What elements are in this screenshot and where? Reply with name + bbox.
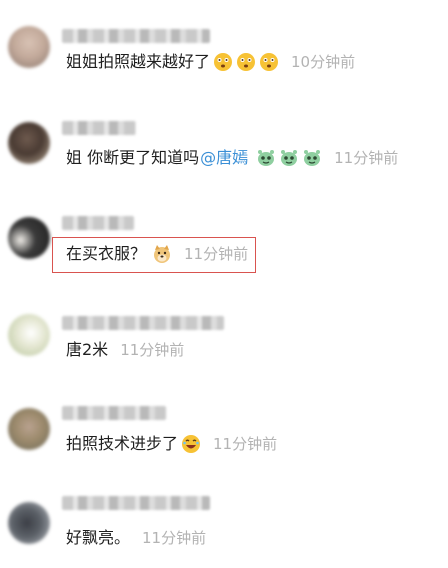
flushed-emoji-icon xyxy=(236,52,256,72)
comment-time: 11分钟前 xyxy=(142,529,207,547)
mention-link[interactable]: @唐嫣 xyxy=(200,147,248,169)
comment-text: 在买衣服？ xyxy=(66,244,147,263)
laughing-emoji-icon xyxy=(181,434,201,454)
avatar[interactable] xyxy=(8,502,50,544)
flushed-emoji-icon xyxy=(259,52,279,72)
comment-content: 在买衣服？ 11分钟前 xyxy=(66,243,248,265)
username-blurred[interactable] xyxy=(62,406,166,420)
comment-text: 唐2米 xyxy=(66,340,109,359)
avatar[interactable] xyxy=(8,314,50,356)
username-blurred[interactable] xyxy=(62,496,210,510)
avatar[interactable] xyxy=(8,408,50,450)
alien-emoji-icon xyxy=(279,148,299,168)
avatar[interactable] xyxy=(8,122,50,164)
comment-content: 姐姐拍照越来越好了 10分钟前 xyxy=(66,51,355,73)
username-blurred[interactable] xyxy=(62,29,210,43)
username-blurred[interactable] xyxy=(62,216,134,230)
comment-time: 11分钟前 xyxy=(184,245,249,263)
username-blurred[interactable] xyxy=(62,316,224,330)
alien-emoji-icon xyxy=(256,148,276,168)
comment-time: 11分钟前 xyxy=(334,149,399,167)
comment-time: 11分钟前 xyxy=(120,341,185,359)
comment-text: 拍照技术进步了 xyxy=(66,434,179,453)
comment-time: 10分钟前 xyxy=(291,53,356,71)
avatar[interactable] xyxy=(8,217,50,259)
comment-content: 好飘亮。 11分钟前 xyxy=(66,527,206,549)
flushed-emoji-icon xyxy=(213,52,233,72)
doge-emoji-icon xyxy=(152,244,172,264)
comment-content: 姐 你断更了知道吗 @唐嫣 11分钟前 xyxy=(66,147,398,169)
comment-content: 唐2米 11分钟前 xyxy=(66,339,184,361)
comment-content: 拍照技术进步了 11分钟前 xyxy=(66,433,277,455)
comment-time: 11分钟前 xyxy=(213,435,278,453)
username-blurred[interactable] xyxy=(62,121,136,135)
comment-text: 姐姐拍照越来越好了 xyxy=(66,52,211,71)
comment-text: 好飘亮。 xyxy=(66,528,131,547)
alien-emoji-icon xyxy=(302,148,322,168)
comment-text: 姐 你断更了知道吗 xyxy=(66,148,200,167)
avatar[interactable] xyxy=(8,26,50,68)
